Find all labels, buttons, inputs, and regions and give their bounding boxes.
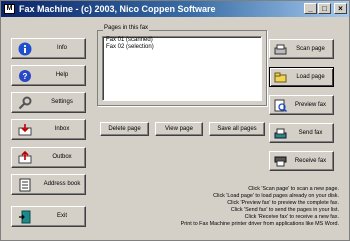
maximize-button[interactable]: □	[318, 3, 331, 14]
fax-machine-window: M Fax Machine - (c) 2003, Nico Coppen So…	[0, 0, 350, 241]
pages-group-label: Pages in this fax	[103, 25, 150, 31]
help-line: Click 'Preview fax' to preview the compl…	[227, 200, 339, 206]
help-line: Click 'Send fax' to send the pages in yo…	[230, 207, 339, 213]
outbox-button-label: Outbox	[52, 154, 72, 160]
inbox-button[interactable]: Inbox	[11, 119, 86, 140]
load-page-button[interactable]: Load page	[269, 67, 334, 87]
fax-receive-icon	[274, 156, 287, 167]
help-line: Click 'Receive fax' to receive a new fax…	[244, 214, 339, 220]
preview-icon	[274, 99, 287, 112]
inbox-icon	[18, 124, 32, 136]
help-icon: ?	[19, 70, 31, 82]
address-book-icon	[19, 178, 31, 192]
settings-button[interactable]: Settings	[11, 92, 86, 113]
receive-fax-label: Receive fax	[294, 158, 327, 164]
list-item[interactable]: Fax 01 (scanned)	[103, 37, 261, 44]
save-all-pages-button[interactable]: Save all pages	[209, 122, 265, 136]
title-bar[interactable]: M Fax Machine - (c) 2003, Nico Coppen So…	[1, 1, 349, 17]
window-title: Fax Machine - (c) 2003, Nico Coppen Soft…	[19, 4, 216, 14]
svg-text:?: ?	[23, 72, 28, 81]
receive-fax-button[interactable]: Receive fax	[269, 151, 334, 171]
info-button-label: Info	[56, 45, 67, 51]
pages-listbox[interactable]: Fax 01 (scanned) Fax 02 (selection)	[102, 36, 262, 101]
send-fax-button[interactable]: Send fax	[269, 123, 334, 143]
exit-icon	[19, 210, 31, 224]
minimize-button[interactable]: _	[304, 3, 317, 14]
info-button[interactable]: Info	[11, 38, 86, 59]
exit-button-label: Exit	[56, 213, 67, 219]
delete-page-button[interactable]: Delete page	[100, 122, 149, 136]
preview-fax-button[interactable]: Preview fax	[269, 95, 334, 115]
info-icon	[18, 42, 32, 56]
list-item[interactable]: Fax 02 (selection)	[103, 44, 261, 51]
app-icon[interactable]: M	[4, 4, 15, 14]
fax-send-icon	[274, 128, 287, 139]
load-folder-icon	[274, 72, 287, 83]
outbox-icon	[18, 151, 32, 164]
scan-page-button[interactable]: Scan page	[269, 39, 334, 59]
send-fax-label: Send fax	[298, 130, 323, 136]
exit-button[interactable]: Exit	[11, 206, 86, 227]
scan-page-label: Scan page	[296, 46, 325, 52]
help-line: Click 'Scan page' to scan a new page.	[248, 186, 339, 192]
outbox-button[interactable]: Outbox	[11, 147, 86, 168]
address-book-button-label: Address book	[43, 181, 81, 187]
help-line: Click 'Load page' to load pages already …	[213, 193, 339, 199]
help-line: Print to Fax Machine printer driver from…	[180, 221, 339, 227]
view-page-button[interactable]: View page	[155, 122, 203, 136]
close-button[interactable]: ×	[334, 3, 347, 14]
scanner-icon	[274, 44, 287, 55]
settings-button-label: Settings	[51, 99, 73, 105]
help-text: Click 'Scan page' to scan a new page. Cl…	[79, 186, 339, 228]
load-page-label: Load page	[296, 74, 325, 80]
help-button-label: Help	[55, 72, 69, 78]
preview-fax-label: Preview fax	[294, 102, 326, 108]
address-book-button[interactable]: Address book	[11, 174, 86, 195]
help-button[interactable]: ? Help	[11, 65, 86, 86]
settings-icon	[18, 96, 32, 110]
inbox-button-label: Inbox	[54, 126, 70, 132]
